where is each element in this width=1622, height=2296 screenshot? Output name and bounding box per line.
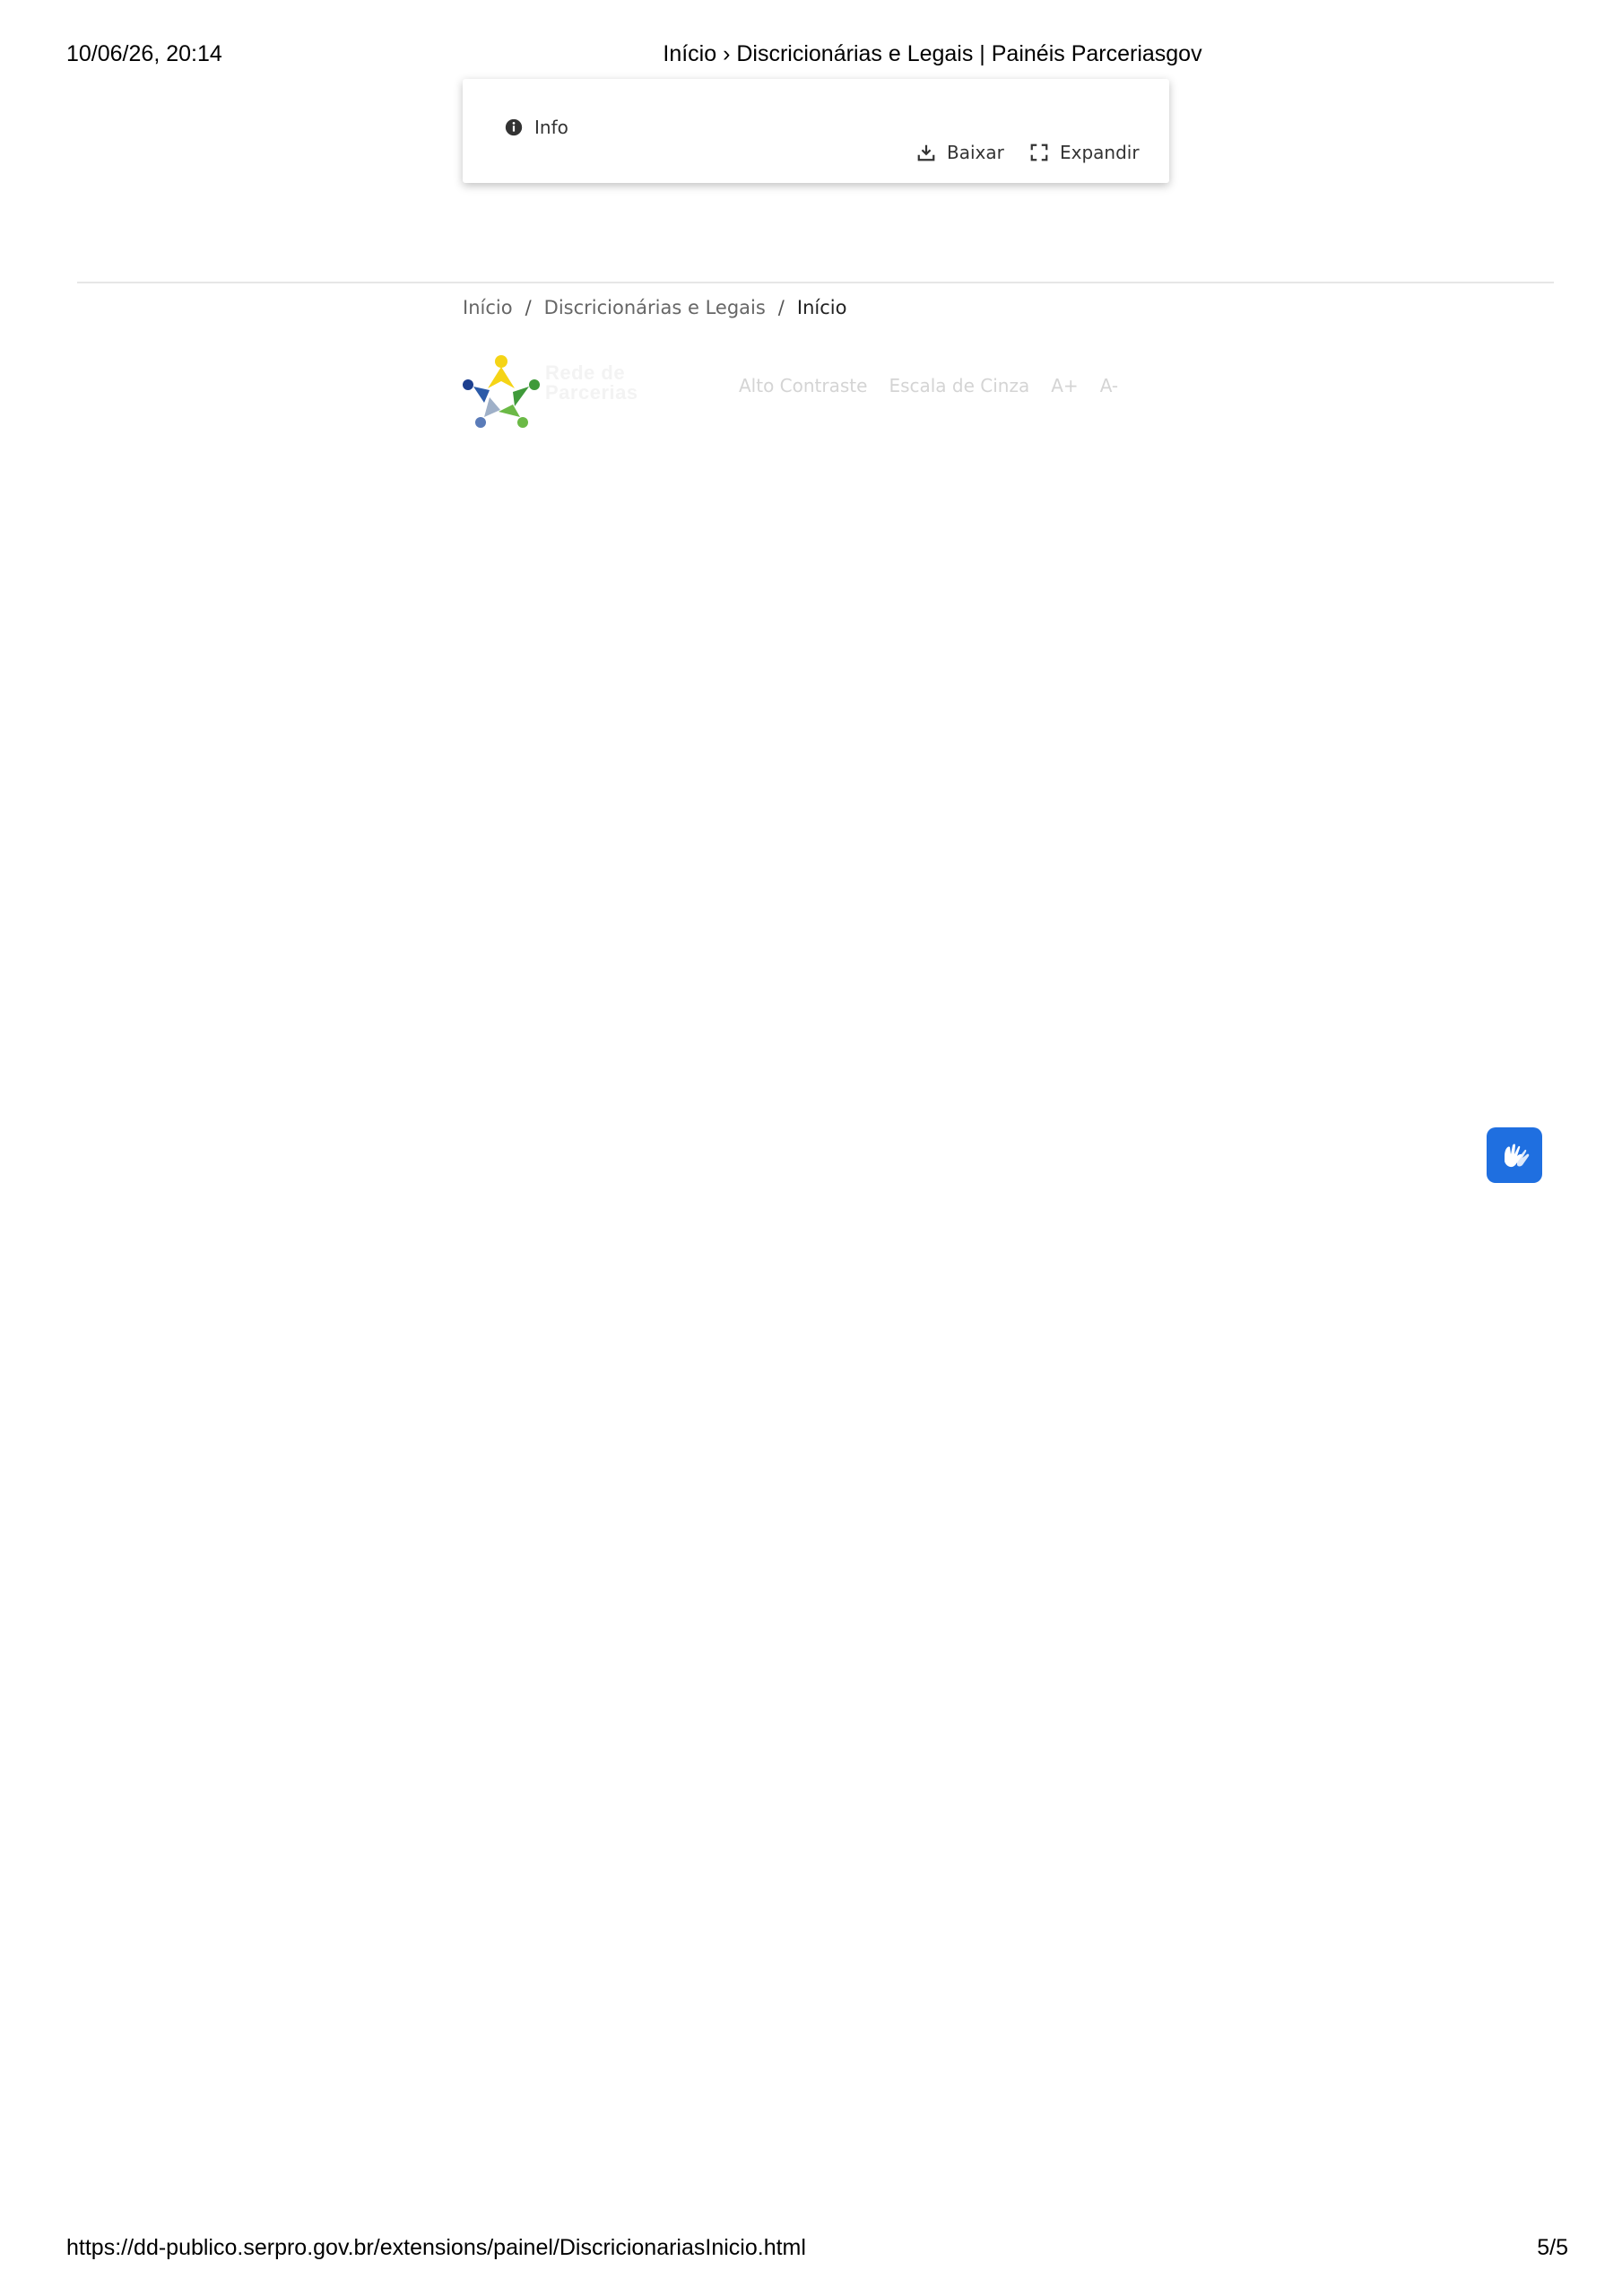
info-button[interactable]: Info — [504, 117, 568, 138]
vlibras-button[interactable] — [1487, 1127, 1542, 1183]
breadcrumb-separator: / — [777, 297, 785, 318]
info-icon — [505, 118, 523, 136]
rede-de-parcerias-logo[interactable]: Rede de Parcerias — [463, 354, 651, 428]
expand-label: Expandir — [1060, 142, 1140, 163]
expand-button[interactable]: Expandir — [1029, 142, 1140, 163]
breadcrumb-separator: / — [525, 297, 532, 318]
font-increase-link[interactable]: A+ — [1051, 375, 1078, 396]
print-page-number: 5/5 — [1537, 2235, 1568, 2260]
breadcrumb: Início / Discricionárias e Legais / Iníc… — [463, 297, 846, 318]
download-button[interactable]: Baixar — [916, 142, 1004, 163]
section-divider — [77, 282, 1554, 283]
download-icon — [917, 144, 935, 161]
download-label: Baixar — [947, 142, 1004, 163]
star-people-logo-icon — [463, 355, 540, 428]
accessibility-bar: Alto Contraste Escala de Cinza A+ A- — [739, 375, 1118, 396]
logo-text: Rede de Parcerias — [545, 361, 638, 404]
expand-icon — [1030, 144, 1048, 161]
info-label: Info — [534, 117, 568, 138]
font-decrease-link[interactable]: A- — [1100, 375, 1118, 396]
breadcrumb-discricionarias-link[interactable]: Discricionárias e Legais — [544, 297, 766, 318]
print-page-title: Início › Discricionárias e Legais | Pain… — [663, 41, 1202, 66]
breadcrumb-current: Início — [796, 297, 847, 318]
high-contrast-link[interactable]: Alto Contraste — [739, 375, 867, 396]
hands-sign-language-icon — [1505, 1144, 1530, 1168]
panel-toolbar-card: Info Baixar Expandir — [463, 79, 1169, 183]
breadcrumb-home-link[interactable]: Início — [463, 297, 513, 318]
grayscale-link[interactable]: Escala de Cinza — [889, 375, 1029, 396]
print-url: https://dd-publico.serpro.gov.br/extensi… — [66, 2235, 806, 2260]
